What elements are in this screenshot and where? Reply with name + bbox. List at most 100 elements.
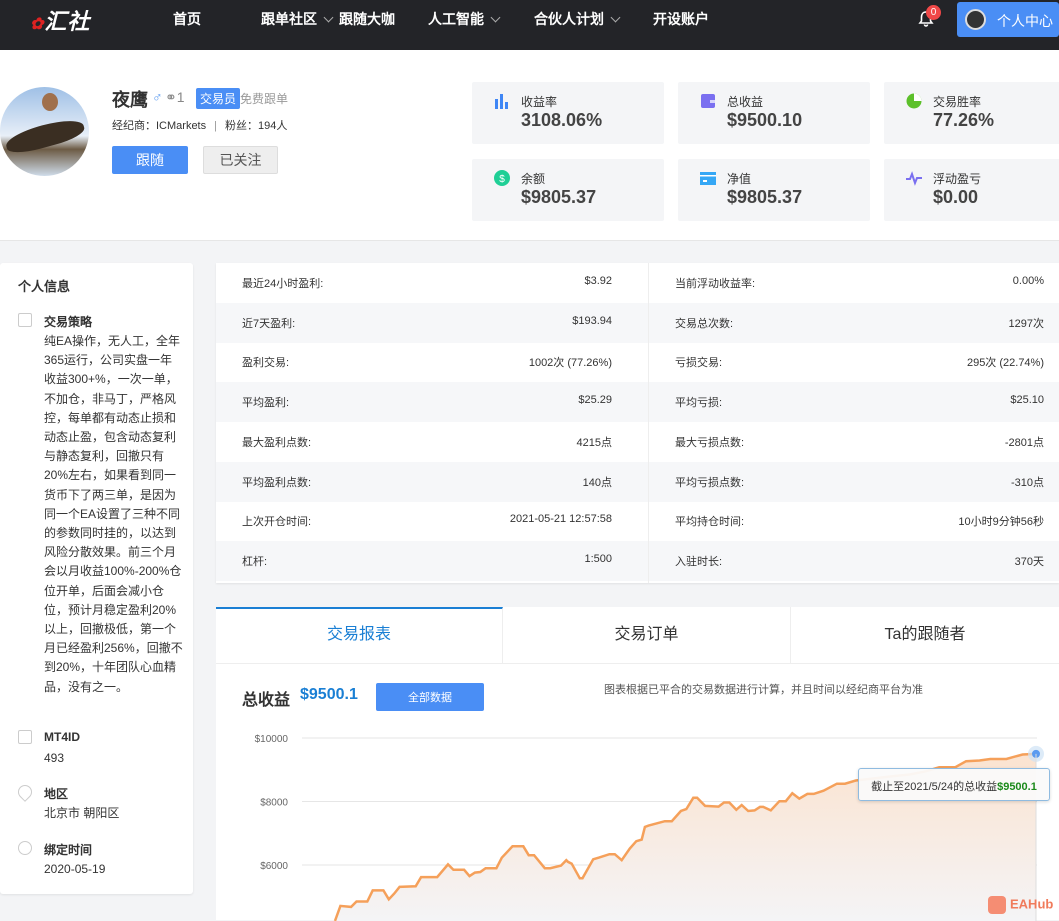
stat-label: 余额 (521, 172, 546, 186)
stat-label: 交易胜率 (933, 95, 982, 109)
stat-value: 295次 (22.74%) (966, 357, 1044, 370)
y-tick-label: $8000 (260, 798, 288, 809)
stats-row: 上次开仓时间: 2021-05-21 12:57:58 平均持仓时间: 10小时9分钟… (216, 501, 1059, 541)
stat-label: 近7天盈利: (242, 317, 296, 330)
stat-label: 平均盈利: (242, 397, 290, 410)
bar-chart-icon (495, 94, 508, 109)
stats-row: 平均盈利: $25.29 平均亏损: $25.10 (216, 382, 1059, 423)
stat-value: 77.26% (933, 110, 995, 130)
user-icon: ⚭ (165, 89, 177, 105)
pie-chart-icon (906, 93, 922, 109)
location-icon (15, 782, 35, 802)
nav-label: 首页 (173, 11, 201, 27)
stat-value: $0.00 (933, 187, 979, 207)
stat-value: 1002次 (77.26%) (528, 357, 612, 370)
tab-trade-orders[interactable]: 交易订单 (503, 607, 791, 663)
stat-label: 入驻时长: (675, 555, 723, 568)
card-icon (700, 172, 716, 185)
section-title: 地区 (44, 787, 69, 801)
nav-label: 跟单社区 (261, 11, 317, 27)
level-value: 1 (176, 89, 185, 105)
stat-value: $9805.37 (521, 187, 597, 207)
nav-home[interactable]: 首页 (173, 9, 201, 29)
stat-value: 4215点 (576, 436, 612, 449)
stat-value: 2021-05-21 12:57:58 (509, 513, 612, 526)
nav-copy-community[interactable]: 跟单社区 (261, 9, 334, 29)
nav-follow-masters[interactable]: 跟随大咖 (339, 9, 395, 29)
top-nav: ✿汇社 首页 跟单社区 跟随大咖 人工智能 合伙人计划 开设账户 0 个人中心 (0, 0, 1059, 50)
stats-row: 盈利交易: 1002次 (77.26%) 亏损交易: 295次 (22.74%) (216, 342, 1059, 382)
stat-label: 最大盈利点数: (242, 436, 312, 449)
panel-title: 个人信息 (18, 279, 71, 294)
tooltip-label: 截止至2021/5/24的总收益 (871, 781, 998, 793)
region: 北京市 朝阳区 (44, 806, 120, 820)
follower-level: ⚭1 (165, 89, 185, 106)
pulse-icon (906, 171, 922, 186)
clock-icon (18, 841, 32, 855)
stat-label: 浮动盈亏 (933, 172, 982, 186)
tab-followers[interactable]: Ta的跟随者 (791, 607, 1059, 663)
stat-value: $25.10 (1010, 394, 1044, 407)
stat-label: 盈利交易: (242, 357, 290, 370)
stat-card: 交易胜率 77.26% (884, 82, 1059, 144)
stat-value: $25.29 (578, 394, 612, 407)
stat-label: 平均持仓时间: (675, 516, 745, 529)
stat-value: 140点 (582, 476, 612, 489)
document-icon (18, 730, 32, 744)
y-tick-label: $6000 (260, 861, 288, 872)
stat-label: 平均亏损点数: (675, 476, 745, 489)
stat-label: 净值 (727, 172, 752, 186)
profit-chart-panel: 总收益 $9500.1 全部数据 图表根据已平合的交易数据进行计算，并且时间以经… (216, 663, 1059, 921)
stat-value: 1297次 (1008, 317, 1044, 330)
nav-open-account[interactable]: 开设账户 (653, 9, 709, 29)
stat-label: 交易总次数: (675, 317, 734, 330)
section-title: 绑定时间 (44, 843, 93, 857)
stat-label: 最大亏损点数: (675, 436, 745, 449)
eahub-logo-icon (988, 896, 1006, 914)
stat-label: 亏损交易: (675, 357, 723, 370)
stat-label: 收益率 (521, 95, 558, 109)
stat-label: 杠杆: (242, 555, 268, 568)
nav-partner[interactable]: 合伙人计划 (534, 9, 621, 29)
follow-button[interactable]: 跟随 (112, 146, 188, 174)
male-icon: ♂ (152, 89, 163, 105)
dollar-icon: $ (494, 170, 510, 186)
strategy-text: 纯EA操作，无人工，全年365运行，公司实盘一年收益300+%，一次一单，不加仓… (44, 334, 183, 694)
stat-value: $9500.10 (727, 110, 803, 130)
stat-label: 平均盈利点数: (242, 476, 312, 489)
personal-info-panel: 个人信息 交易策略 纯EA操作，无人工，全年365运行，公司实盘一年收益300+%… (0, 263, 193, 894)
logo[interactable]: ✿汇社 (30, 4, 90, 36)
stats-row: 近7天盈利: $193.94 交易总次数: 1297次 (216, 302, 1059, 343)
trader-name: 夜鹰 (112, 90, 148, 110)
broker: 经纪商：ICMarkets (112, 120, 207, 132)
stat-label: 总收益 (727, 95, 764, 109)
document-icon (18, 313, 32, 327)
avatar (0, 87, 89, 176)
stat-value: 370天 (1014, 555, 1044, 568)
stat-card: 收益率 3108.06% (472, 82, 664, 144)
stat-value: 3108.06% (521, 110, 603, 130)
stat-label: 当前浮动收益率: (675, 278, 756, 290)
avatar (965, 9, 986, 30)
user-center-button[interactable]: 个人中心 (957, 2, 1059, 37)
nav-ai[interactable]: 人工智能 (428, 9, 501, 29)
stat-label: 平均亏损: (675, 397, 723, 410)
followed-button[interactable]: 已关注 (203, 146, 278, 174)
stat-card: $ 余额 $9805.37 (472, 159, 664, 221)
nav-label: 人工智能 (428, 11, 484, 27)
chevron-down-icon (323, 12, 334, 23)
tab-trade-report[interactable]: 交易报表 (216, 607, 503, 663)
stats-row: 平均盈利点数: 140点 平均亏损点数: -310点 (216, 461, 1059, 502)
nav-label: 合伙人计划 (534, 11, 604, 27)
notification-badge: 0 (926, 5, 941, 20)
stats-row: 最大盈利点数: 4215点 最大亏损点数: -2801点 (216, 422, 1059, 462)
stat-value: $9805.37 (727, 187, 803, 207)
stats-table: 杠杆: 1:500 入驻时长: 370天 上次开仓时间: 2021-05-21 12:57… (216, 263, 1059, 583)
tooltip-value: $9500.1 (997, 781, 1037, 793)
tab-bar: 交易报表 交易订单 Ta的跟随者 (216, 607, 1059, 663)
stat-value: 10小时9分钟56秒 (958, 516, 1044, 529)
stats-row: 最近24小时盈利: $3.92 当前浮动收益率: 0.00% (216, 263, 1059, 303)
stat-value: -310点 (1010, 476, 1044, 489)
wallet-icon (701, 94, 715, 108)
y-tick-label: $10000 (255, 734, 289, 745)
